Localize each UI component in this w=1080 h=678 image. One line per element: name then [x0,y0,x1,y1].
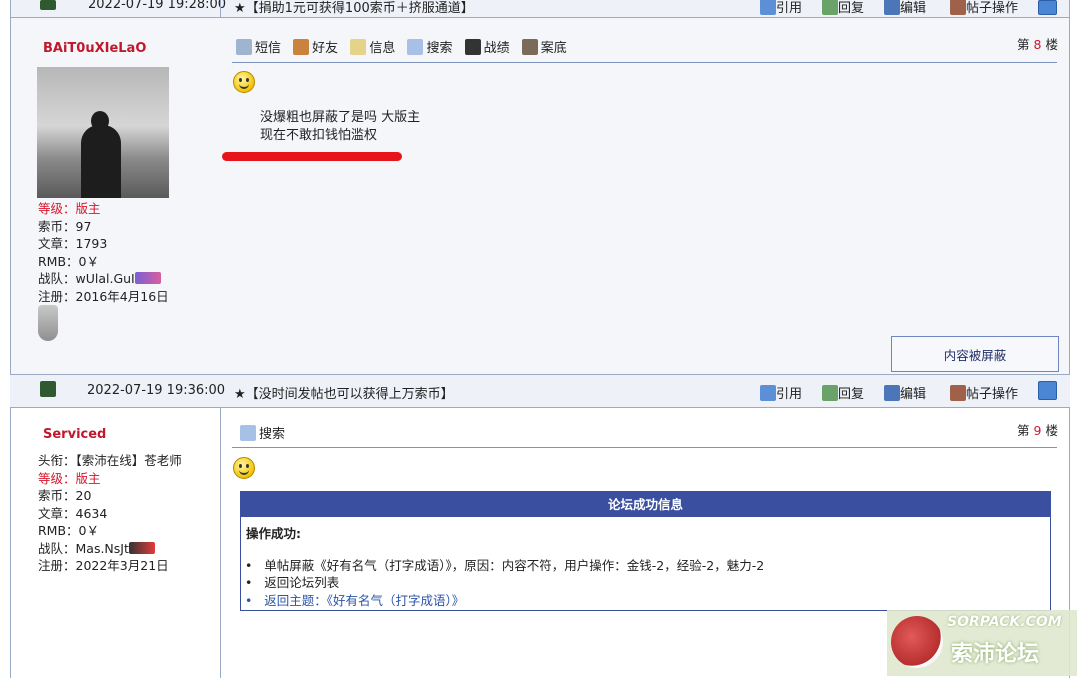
watermark-top-text: SORPACK.COM [947,614,1062,630]
reply-button[interactable]: 回复 [822,383,864,402]
friend-tool[interactable]: 好友 [293,37,338,56]
watermark-emblem-icon [891,616,943,668]
post-title: ★【捐助1元可获得100索币＋挤服通道】 [234,1,474,16]
search-tool[interactable]: 搜索 [407,37,452,56]
reply-button[interactable]: 回复 [822,0,864,16]
user-computer-icon [40,0,56,10]
medal-icon [38,305,58,341]
blocked-content-label: 内容被屏蔽 [943,347,1007,363]
post-content-line: 没爆粗也屏蔽了是吗 大版主 [260,110,421,125]
post-title: ★【没时间发帖也可以获得上万索币】 [234,387,454,402]
post-datetime: 2022-07-19 19:28:00 [88,0,227,12]
message-tool[interactable]: 短信 [236,37,281,56]
divider [10,407,1070,408]
red-underline-mark [222,152,402,161]
floor-number: 第 9 楼 [1017,423,1058,438]
return-forum-list-link[interactable]: • 返回论坛列表 [245,572,339,591]
user-toolbar: 搜索 [240,423,293,442]
reply-icon [822,385,838,401]
post-operations-button[interactable]: 帖子操作 [950,383,1018,402]
blocked-content-box: 内容被屏蔽 [891,336,1059,372]
user-computer-icon [40,381,56,397]
user-title: 头衔：【索沛在线】苍老师 [38,453,182,468]
avatar-figure [81,125,121,198]
divider [1069,0,1070,678]
post-content-line: 现在不敢扣钱怕滥权 [260,128,378,143]
user-toolbar: 短信 好友 信息 搜索 战绩 案底 [236,37,575,56]
edit-button[interactable]: 编辑 [884,0,926,16]
user-coins: 索币：97 [38,218,92,234]
avatar-figure-head [91,111,109,131]
quote-icon [760,385,776,401]
user-level: 等级：版主 [38,470,101,486]
quote-button[interactable]: 引用 [760,0,802,16]
search-tool[interactable]: 搜索 [240,423,285,442]
post-operations-icon [950,385,966,401]
floor-number: 第 8 楼 [1017,37,1058,52]
watermark-bottom-text: 索沛论坛 [951,642,1040,667]
divider [232,62,1057,63]
info-icon [350,39,367,55]
message-status: 操作成功: [246,526,301,541]
user-registered: 注册：2022年3月21日 [38,558,169,573]
site-watermark-logo: SORPACK.COM 索沛论坛 [887,610,1077,676]
username[interactable]: BAiT0uXIeLaO [43,41,146,56]
search-icon [240,425,256,441]
post-datetime: 2022-07-19 19:36:00 [87,383,226,398]
divider [232,447,1057,448]
edit-icon [884,0,900,15]
quote-icon [760,0,776,15]
scroll-top-icon[interactable] [1038,381,1057,400]
quote-button[interactable]: 引用 [760,383,802,402]
user-team: 战队：Mas.NsJt [38,540,182,558]
user-level: 等级：版主 [38,201,101,216]
message-icon [236,39,252,55]
post-body-bg [11,18,1069,374]
reply-icon [822,0,838,15]
smiley-emoticon [233,71,255,93]
user-coins: 索币：20 [38,488,92,503]
post-operations-button[interactable]: 帖子操作 [950,0,1018,16]
user-team: 战队：wUlal.GuI [38,270,169,288]
user-registered: 注册：2016年4月16日 [38,288,169,304]
user-info: 等级：版主 索币：97 文章：1793 RMB：0￥ 战队：wUlal.GuI … [38,200,169,305]
message-box-header: 论坛成功信息 [241,492,1050,517]
username[interactable]: Serviced [43,427,106,442]
info-tool[interactable]: 信息 [350,37,395,56]
case-record-tool[interactable]: 案底 [521,37,567,56]
team-badge-icon [134,272,161,284]
user-rmb: RMB：0￥ [38,253,99,269]
user-rmb: RMB：0￥ [38,523,99,538]
search-icon [407,39,424,55]
scroll-top-icon[interactable] [1038,0,1057,15]
user-articles: 文章：4634 [38,505,108,521]
return-topic-link[interactable]: • 返回主题：《好有名气（打字成语）》 [245,590,464,609]
edit-icon [884,385,900,401]
smiley-emoticon [233,457,255,479]
user-articles: 文章：1793 [38,236,108,251]
edit-button[interactable]: 编辑 [884,383,926,402]
user-info: 头衔：【索沛在线】苍老师 等级：版主 索币：20 文章：4634 RMB：0￥ … [38,452,182,575]
friend-icon [293,39,310,55]
forum-message-box: 论坛成功信息 操作成功: • 单帖屏蔽《好有名气（打字成语）》，原因：内容不符，… [240,491,1051,611]
post-operations-icon [950,0,966,15]
team-badge-icon [128,541,155,554]
avatar[interactable] [37,67,169,198]
case-record-icon [521,39,538,55]
record-tool[interactable]: 战绩 [464,37,510,56]
record-icon [464,39,481,55]
